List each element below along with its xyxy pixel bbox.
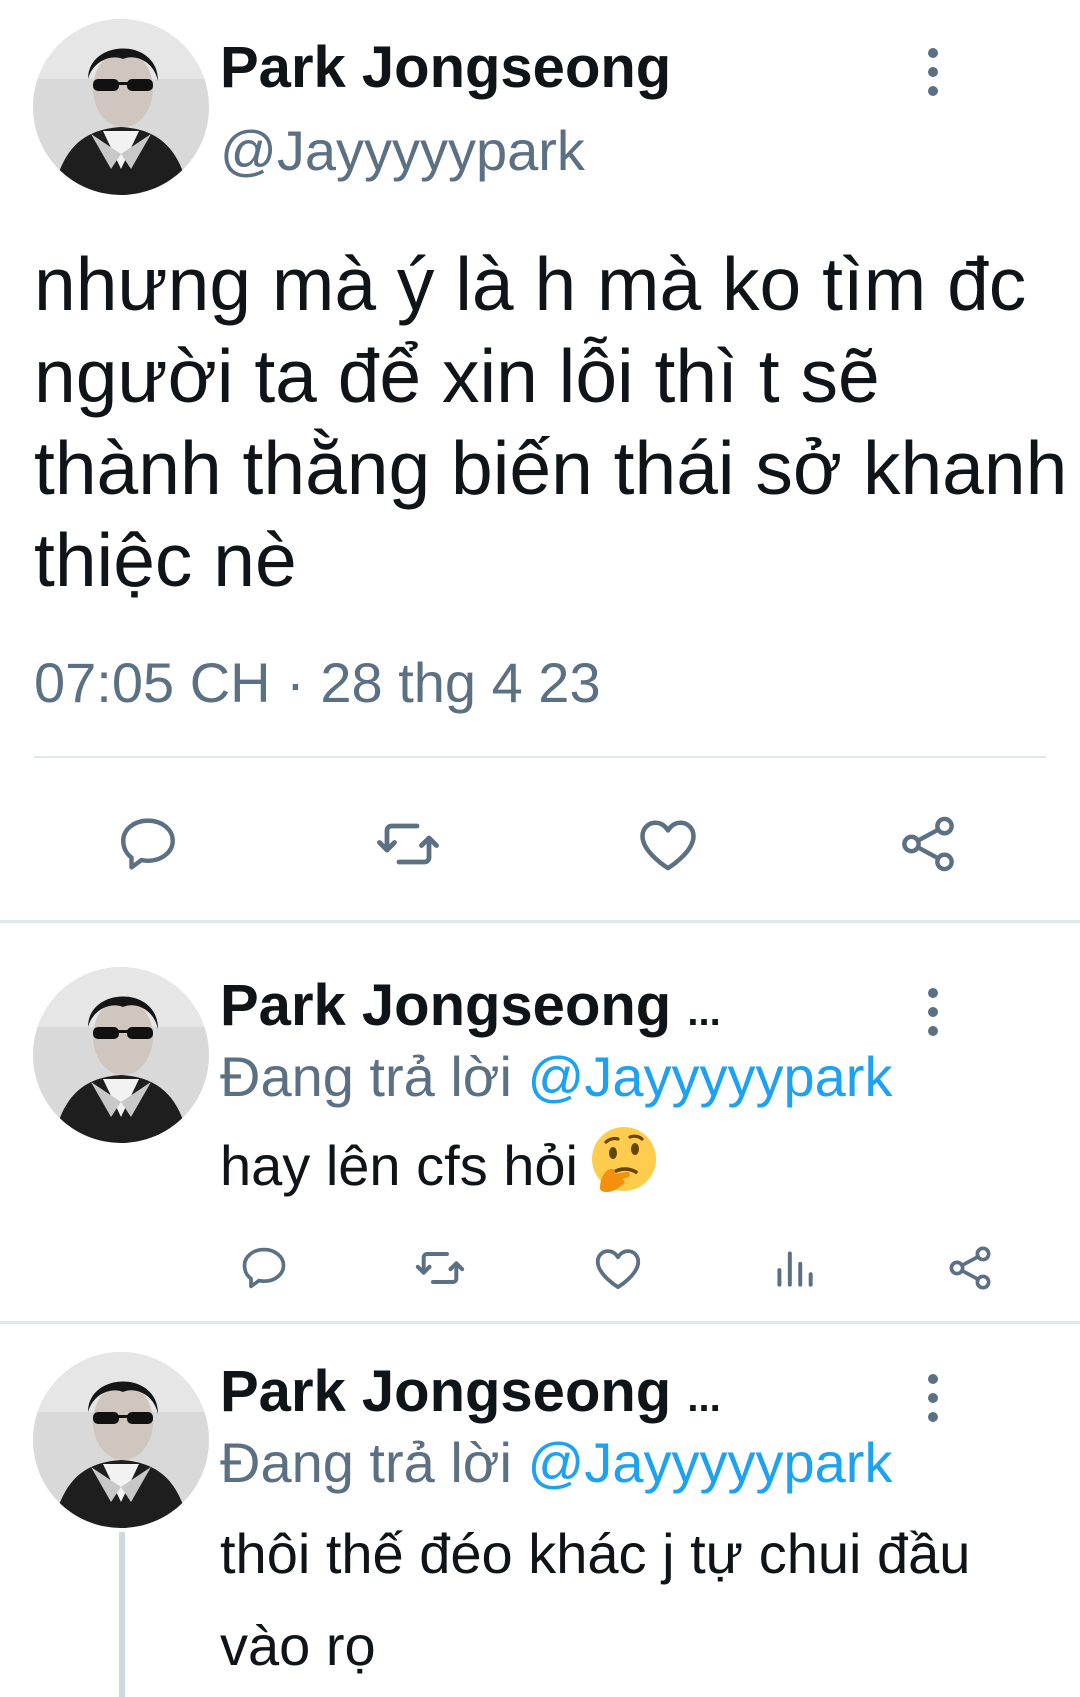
section-divider — [0, 920, 1080, 923]
analytics-icon — [777, 1251, 813, 1287]
section-divider — [0, 1321, 1080, 1324]
retweet-icon — [415, 1252, 465, 1284]
replying-to: Đang trả lời @Jayyyyypark — [220, 1430, 892, 1495]
mention-link[interactable]: @Jayyyyypark — [528, 1045, 893, 1108]
name-truncation: ... — [687, 1376, 721, 1420]
name-truncation: ... — [687, 990, 721, 1034]
tweet-text: nhưng mà ý là h mà ko tìm đc người ta để… — [34, 242, 1068, 602]
reply-icon — [121, 818, 175, 870]
like-icon — [640, 820, 696, 871]
reply-button[interactable] — [112, 808, 184, 880]
replying-prefix: Đang trả lời — [220, 1431, 512, 1494]
replying-to: Đang trả lời @Jayyyyypark — [220, 1044, 892, 1109]
author-name[interactable]: Park Jongseong ... — [220, 972, 721, 1039]
author-name[interactable]: Park Jongseong — [220, 34, 671, 101]
reply-button[interactable] — [236, 1240, 292, 1296]
like-icon — [595, 1249, 641, 1290]
thread-connector — [119, 1532, 125, 1697]
retweet-icon — [377, 823, 439, 865]
retweet-button[interactable] — [412, 1240, 468, 1296]
replying-prefix: Đang trả lời — [220, 1045, 512, 1108]
more-options-icon[interactable] — [918, 982, 948, 1042]
author-name-text: Park Jongseong — [220, 1359, 672, 1424]
share-button[interactable] — [942, 1240, 998, 1296]
like-button[interactable] — [632, 808, 704, 880]
author-name[interactable]: Park Jongseong ... — [220, 1358, 721, 1425]
reply-icon — [242, 1247, 286, 1289]
share-icon — [902, 816, 954, 872]
like-button[interactable] — [590, 1240, 646, 1296]
divider — [34, 756, 1046, 758]
reply-text: thôi thế đéo khác j tự chui đầu vào rọ — [220, 1522, 971, 1677]
reply-text: hay lên cfs hỏi — [220, 1120, 1020, 1222]
share-button[interactable] — [892, 808, 964, 880]
more-options-icon[interactable] — [918, 42, 948, 102]
avatar[interactable] — [33, 19, 209, 195]
reply-text-content: hay lên cfs hỏi — [220, 1134, 578, 1197]
avatar[interactable] — [33, 1352, 209, 1528]
more-options-icon[interactable] — [918, 1368, 948, 1428]
thinking-face-icon — [588, 1123, 660, 1222]
author-handle[interactable]: @Jayyyyypark — [220, 118, 585, 183]
retweet-button[interactable] — [372, 808, 444, 880]
analytics-button[interactable] — [766, 1240, 822, 1296]
share-icon — [949, 1246, 991, 1290]
tweet-timestamp[interactable]: 07:05 CH · 28 thg 4 23 — [34, 650, 601, 715]
avatar[interactable] — [33, 967, 209, 1143]
author-name-text: Park Jongseong — [220, 973, 672, 1038]
mention-link[interactable]: @Jayyyyypark — [528, 1431, 893, 1494]
